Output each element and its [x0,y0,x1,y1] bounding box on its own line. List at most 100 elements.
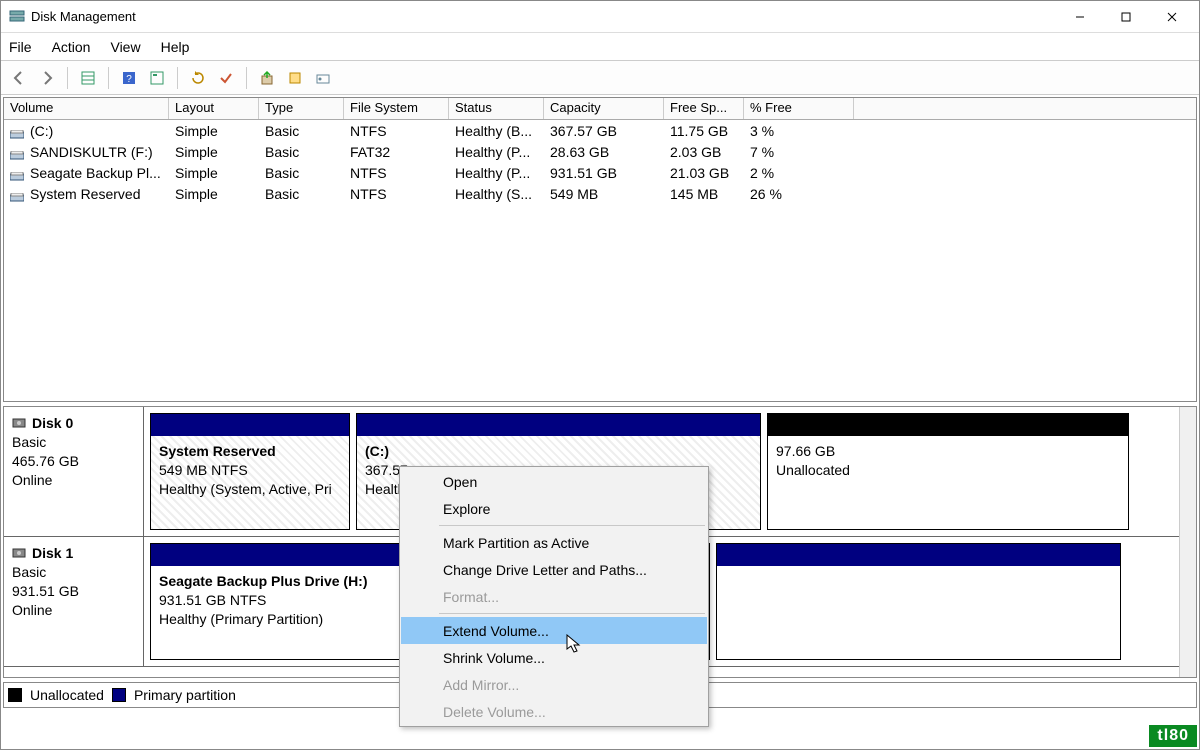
cell-status: Healthy (B... [449,123,544,139]
title-bar: Disk Management [1,1,1199,33]
volume-icon [10,169,24,179]
ctx-change-letter[interactable]: Change Drive Letter and Paths... [401,556,707,583]
swatch-primary [112,688,126,702]
menu-help[interactable]: Help [161,39,190,55]
back-button[interactable] [7,66,31,90]
cell-layout: Simple [169,165,259,181]
cell-volume: Seagate Backup Pl... [30,165,161,181]
table-row[interactable]: Seagate Backup Pl...SimpleBasicNTFSHealt… [4,162,1196,183]
cell-layout: Simple [169,144,259,160]
col-type[interactable]: Type [259,98,344,119]
close-button[interactable] [1149,1,1195,33]
partition-header-stripe [717,544,1120,566]
table-row[interactable]: SANDISKULTR (F:)SimpleBasicFAT32Healthy … [4,141,1196,162]
watermark: tl80 [1149,725,1197,747]
ctx-add-mirror[interactable]: Add Mirror... [401,671,707,698]
col-layout[interactable]: Layout [169,98,259,119]
cell-type: Basic [259,165,344,181]
cell-pctfree: 7 % [744,144,854,160]
cell-filesystem: NTFS [344,165,449,181]
action-button-1[interactable] [255,66,279,90]
partition-title: (C:) [365,442,752,461]
vertical-scrollbar[interactable] [1179,407,1196,677]
action-button-3[interactable] [311,66,335,90]
menu-view[interactable]: View [110,39,140,55]
menu-action[interactable]: Action [52,39,91,55]
context-menu: Open Explore Mark Partition as Active Ch… [399,466,709,727]
cell-capacity: 28.63 GB [544,144,664,160]
cell-status: Healthy (S... [449,186,544,202]
table-row[interactable]: (C:)SimpleBasicNTFSHealthy (B...367.57 G… [4,120,1196,141]
col-capacity[interactable]: Capacity [544,98,664,119]
ctx-shrink-volume[interactable]: Shrink Volume... [401,644,707,671]
cell-pctfree: 2 % [744,165,854,181]
partition-header-stripe [357,414,760,436]
context-separator [439,613,705,614]
disk-status: Online [12,601,135,620]
table-header: Volume Layout Type File System Status Ca… [4,98,1196,120]
cell-filesystem: NTFS [344,123,449,139]
partition[interactable]: System Reserved549 MB NTFSHealthy (Syste… [150,413,350,530]
table-row[interactable]: System ReservedSimpleBasicNTFSHealthy (S… [4,183,1196,204]
refresh-button[interactable] [186,66,210,90]
volume-icon [10,190,24,200]
partition-header-stripe [151,414,349,436]
toolbar: ? [1,61,1199,95]
properties-button[interactable] [145,66,169,90]
cell-type: Basic [259,186,344,202]
menu-bar: File Action View Help [1,33,1199,61]
partition-line2: 97.66 GB [776,442,1120,461]
col-status[interactable]: Status [449,98,544,119]
toolbar-separator [177,67,178,89]
col-freespace[interactable]: Free Sp... [664,98,744,119]
volume-icon [10,127,24,137]
action-button-2[interactable] [283,66,307,90]
disk-info[interactable]: Disk 0Basic465.76 GBOnline [4,407,144,536]
disk-size: 465.76 GB [12,452,135,471]
forward-button[interactable] [35,66,59,90]
ctx-extend-volume[interactable]: Extend Volume... [401,617,707,644]
legend-unallocated: Unallocated [30,687,104,703]
col-filesystem[interactable]: File System [344,98,449,119]
disk-icon [12,546,26,560]
ctx-explore[interactable]: Explore [401,495,707,522]
cell-freespace: 21.03 GB [664,165,744,181]
disk-label: Disk 0 [32,415,73,431]
show-hide-console-tree-button[interactable] [76,66,100,90]
partition-header-stripe [768,414,1128,436]
cell-pctfree: 26 % [744,186,854,202]
partition-line3: Healthy (System, Active, Pri [159,480,341,499]
disk-info[interactable]: Disk 1Basic931.51 GBOnline [4,537,144,666]
maximize-button[interactable] [1103,1,1149,33]
disk-type: Basic [12,563,135,582]
window-title: Disk Management [31,9,136,24]
col-volume[interactable]: Volume [4,98,169,119]
svg-text:?: ? [126,74,132,85]
col-pctfree[interactable]: % Free [744,98,854,119]
cell-freespace: 145 MB [664,186,744,202]
cell-layout: Simple [169,123,259,139]
commit-button[interactable] [214,66,238,90]
menu-file[interactable]: File [9,39,32,55]
cell-capacity: 367.57 GB [544,123,664,139]
cell-volume: (C:) [30,123,53,139]
disk-type: Basic [12,433,135,452]
disk-label: Disk 1 [32,545,73,561]
volume-icon [10,148,24,158]
ctx-mark-active[interactable]: Mark Partition as Active [401,529,707,556]
partition[interactable]: 97.66 GBUnallocated [767,413,1129,530]
partition-title: System Reserved [159,442,341,461]
legend-primary: Primary partition [134,687,236,703]
cell-capacity: 931.51 GB [544,165,664,181]
minimize-button[interactable] [1057,1,1103,33]
context-separator [439,525,705,526]
ctx-delete-volume[interactable]: Delete Volume... [401,698,707,725]
ctx-format[interactable]: Format... [401,583,707,610]
ctx-open[interactable]: Open [401,468,707,495]
partition-line2: 549 MB NTFS [159,461,341,480]
cell-type: Basic [259,144,344,160]
cell-volume: System Reserved [30,186,140,202]
toolbar-separator [67,67,68,89]
partition[interactable] [716,543,1121,660]
help-button[interactable]: ? [117,66,141,90]
